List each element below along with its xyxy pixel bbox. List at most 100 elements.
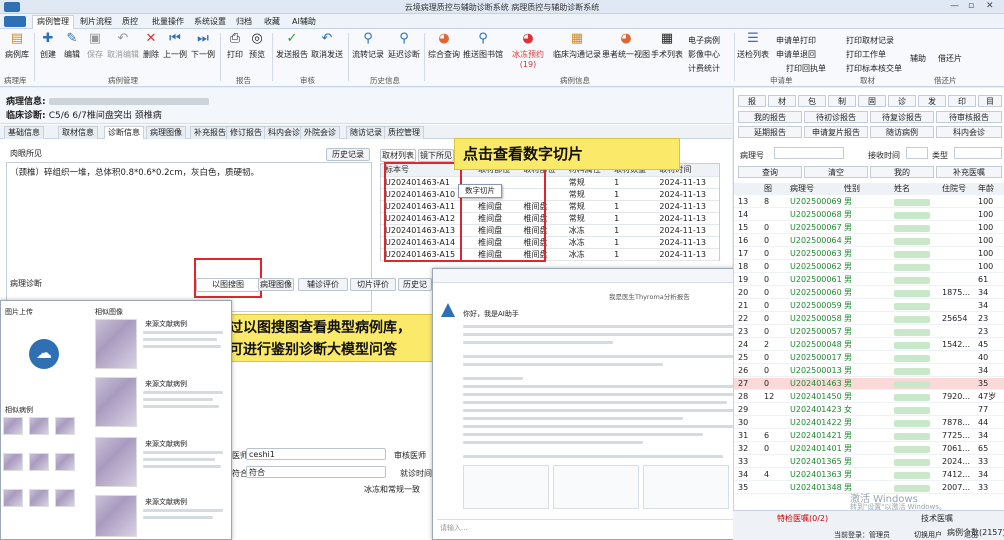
frozen-booking-button[interactable]: ◕ 冰冻预约(19) bbox=[504, 31, 552, 69]
submit-list-button[interactable]: ☰ 送检列表 bbox=[736, 31, 770, 60]
context-menu-digital-slide[interactable]: 数字切片 bbox=[458, 184, 502, 198]
table-row[interactable]: 26 0 U202500013 男 34 bbox=[734, 365, 1004, 377]
tech-order-tab[interactable]: 技术医嘱 bbox=[921, 513, 953, 524]
table-row[interactable]: 16 0 U202500064 男 100 bbox=[734, 235, 1004, 247]
table-row[interactable]: 19 0 U202500061 男 61 bbox=[734, 274, 1004, 286]
table-row[interactable]: 28 12 U202401450 男 7920... 47岁 bbox=[734, 391, 1004, 403]
table-row[interactable]: 25 0 U202500017 男 40 bbox=[734, 352, 1004, 364]
tab-pathology-images[interactable]: 病理图像 bbox=[146, 126, 186, 139]
slide-eval-button[interactable]: 切片评价 bbox=[350, 278, 396, 291]
push-library-button[interactable]: ⚲ 推送图书馆 bbox=[462, 31, 504, 60]
case-thumbnail[interactable] bbox=[3, 417, 23, 435]
reference-card[interactable] bbox=[553, 465, 639, 509]
table-row[interactable]: 18 0 U202500062 男 100 bbox=[734, 261, 1004, 273]
pending-review-button[interactable]: 待复诊报告 bbox=[870, 111, 934, 123]
table-row[interactable]: 33 U202401365 男 2024... 33 bbox=[734, 456, 1004, 468]
tab-external-consult[interactable]: 外院会诊 bbox=[300, 126, 340, 139]
borrow-button[interactable]: 借还片 bbox=[938, 53, 962, 64]
special-order-tab[interactable]: 特检医嘱(0/2) bbox=[777, 513, 828, 524]
print-button[interactable]: ⎙ 打印 bbox=[224, 31, 246, 60]
edit-button[interactable]: ✎ 编辑 bbox=[60, 31, 84, 60]
table-row[interactable]: 31 6 U202401421 男 7725... 34 bbox=[734, 430, 1004, 442]
tab-sampling-info[interactable]: 取材信息 bbox=[58, 126, 98, 139]
table-row[interactable]: 27 0 U202401463 男 35 bbox=[734, 378, 1004, 390]
table-row[interactable]: 30 U202401422 男 7878... 44 bbox=[734, 417, 1004, 429]
result-thumbnail[interactable] bbox=[95, 319, 137, 369]
filter-btn-embed[interactable]: 包 bbox=[798, 95, 826, 107]
result-thumbnail[interactable] bbox=[95, 377, 137, 427]
create-button[interactable]: ✚ 创建 bbox=[36, 31, 60, 60]
table-row[interactable]: 20 0 U202500060 男 1875... 34 bbox=[734, 287, 1004, 299]
chat-input[interactable]: 请输入... bbox=[437, 519, 737, 535]
supplement-order-button[interactable]: 补充医嘱 bbox=[936, 166, 1002, 178]
case-number-field[interactable] bbox=[774, 147, 844, 159]
exit-button[interactable]: 退出 bbox=[964, 530, 978, 540]
filter-btn-diagnose[interactable]: 诊 bbox=[888, 95, 916, 107]
filter-btn-list[interactable]: 目 bbox=[978, 95, 1002, 107]
case-thumbnail[interactable] bbox=[55, 453, 75, 471]
match-field[interactable]: 符合 bbox=[246, 466, 386, 478]
table-row[interactable]: 24 2 U202500048 男 1542... 45 bbox=[734, 339, 1004, 351]
delete-button[interactable]: ✕ 删除 bbox=[140, 31, 162, 60]
case-thumbnail[interactable] bbox=[55, 489, 75, 507]
time-dropdown[interactable] bbox=[906, 147, 928, 159]
send-report-button[interactable]: ✓ 发送报告 bbox=[274, 31, 310, 60]
result-thumbnail[interactable] bbox=[95, 437, 137, 487]
doctor-field[interactable]: ceshi1 bbox=[246, 448, 386, 460]
imaging-center-button[interactable]: 影像中心 bbox=[688, 49, 720, 60]
billing-button[interactable]: 计费统计 bbox=[688, 63, 720, 74]
filter-btn-prep[interactable]: 制 bbox=[828, 95, 856, 107]
tab-supplement-report[interactable]: 补充报告 bbox=[190, 126, 230, 139]
tab-diagnosis-info[interactable]: 诊断信息 bbox=[104, 126, 144, 139]
save-button[interactable]: ▣ 保存 bbox=[84, 31, 106, 60]
cancel-edit-button[interactable]: ↶ 取消编辑 bbox=[106, 31, 140, 60]
tab-revised-report[interactable]: 修订报告 bbox=[226, 126, 266, 139]
case-thumbnail[interactable] bbox=[55, 417, 75, 435]
tab-followup[interactable]: 随访记录 bbox=[346, 126, 386, 139]
delayed-reports-button[interactable]: 延期报告 bbox=[738, 126, 802, 138]
print-worksheet-button[interactable]: 打印工作单 bbox=[846, 49, 886, 60]
menu-batch[interactable]: 批量操作 bbox=[152, 16, 184, 27]
pathology-image-button[interactable]: 病理图像 bbox=[258, 278, 294, 291]
table-row[interactable]: 22 0 U202500058 男 25654 23 bbox=[734, 313, 1004, 325]
table-row[interactable]: 23 0 U202500057 男 23 bbox=[734, 326, 1004, 338]
internal-consult-button[interactable]: 科内会诊 bbox=[936, 126, 1002, 138]
history-button[interactable]: 历史记录 bbox=[326, 148, 370, 161]
menu-qc[interactable]: 质控 bbox=[122, 16, 138, 27]
print-sampling-button[interactable]: 打印取材记录 bbox=[846, 35, 894, 46]
print-request-button[interactable]: 申请单打印 bbox=[776, 35, 816, 46]
clear-button[interactable]: 清空 bbox=[804, 166, 868, 178]
reference-card[interactable] bbox=[463, 465, 549, 509]
prev-case-button[interactable]: ⏮ 上一例 bbox=[162, 31, 188, 60]
tab-specimen-list[interactable]: 取材列表 bbox=[380, 149, 416, 162]
table-row[interactable]: 15 0 U202500067 男 100 bbox=[734, 222, 1004, 234]
minimize-icon[interactable]: — bbox=[950, 1, 959, 11]
assist-eval-button[interactable]: 辅诊评价 bbox=[298, 278, 348, 291]
reslide-button[interactable]: 申请复片报告 bbox=[804, 126, 868, 138]
combined-query-button[interactable]: ◕ 综合查询 bbox=[426, 31, 462, 60]
menu-settings[interactable]: 系统设置 bbox=[194, 16, 226, 27]
mine-button[interactable]: 我的 bbox=[870, 166, 934, 178]
followup-cases-button[interactable]: 随访病例 bbox=[870, 126, 934, 138]
history-button-2[interactable]: 历史记 bbox=[398, 278, 432, 291]
delay-diagnosis-button[interactable]: ⚲ 延迟诊断 bbox=[386, 31, 422, 60]
surgery-list-button[interactable]: ▦ 手术列表 bbox=[650, 31, 684, 60]
close-icon[interactable]: ✕ bbox=[986, 1, 994, 11]
assist-button[interactable]: 辅助 bbox=[910, 53, 926, 64]
pending-first-button[interactable]: 待初诊报告 bbox=[804, 111, 868, 123]
case-library-button[interactable]: ▤ 病例库 bbox=[2, 31, 32, 60]
menu-production-flow[interactable]: 制片流程 bbox=[80, 16, 112, 27]
reference-card[interactable] bbox=[643, 465, 729, 509]
filter-btn-report[interactable]: 报 bbox=[738, 95, 766, 107]
case-thumbnail[interactable] bbox=[3, 453, 23, 471]
clinical-comm-button[interactable]: ▦ 临床沟通记录 bbox=[552, 31, 602, 60]
tab-internal-consult[interactable]: 科内会诊 bbox=[264, 126, 304, 139]
switch-user-button[interactable]: 切换用户 bbox=[914, 530, 942, 540]
cloud-upload-icon[interactable]: ☁ bbox=[29, 339, 59, 369]
my-reports-button[interactable]: 我的报告 bbox=[738, 111, 802, 123]
pending-audit-button[interactable]: 待审核报告 bbox=[936, 111, 1002, 123]
preview-button[interactable]: ◎ 预览 bbox=[246, 31, 268, 60]
restore-icon[interactable]: ▫ bbox=[968, 1, 974, 11]
filter-btn-material[interactable]: 材 bbox=[768, 95, 796, 107]
table-row[interactable]: 14 U202500068 男 100 bbox=[734, 209, 1004, 221]
